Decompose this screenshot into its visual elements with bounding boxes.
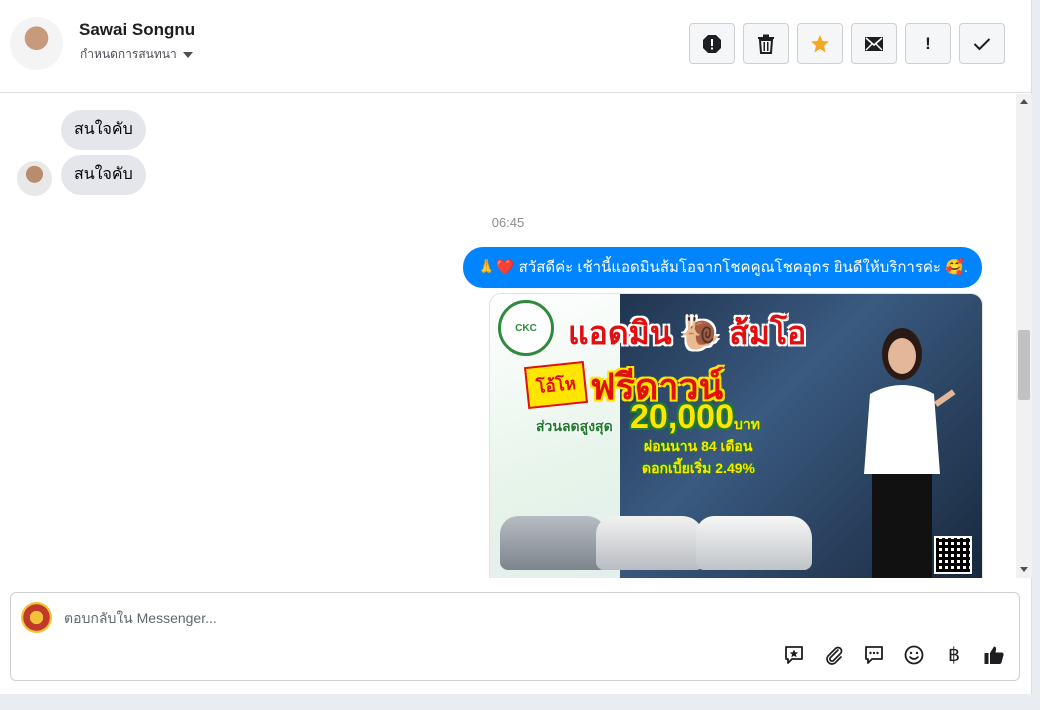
scroll-thumb[interactable] (1018, 330, 1030, 400)
promo-headline: แอดมิน 🐌 ส้มโอ (568, 315, 807, 351)
promo-discount-label: ส่วนลดสูงสุด (536, 418, 613, 434)
assign-conversation-label: กำหนดการสนทนา (80, 47, 177, 61)
contact-name[interactable]: Sawai Songnu (79, 20, 195, 40)
caret-down-icon (182, 51, 193, 58)
paperclip-icon (826, 646, 843, 665)
message-bubble-incoming[interactable]: สนใจคับ (61, 110, 146, 150)
reply-composer: ฿ (10, 592, 1020, 681)
sender-avatar[interactable] (17, 161, 52, 196)
contact-avatar[interactable] (10, 17, 63, 70)
chat-bubble-icon (865, 646, 883, 664)
like-button[interactable] (981, 642, 1007, 668)
delete-button[interactable] (743, 23, 789, 64)
scroll-up-icon[interactable] (1020, 99, 1028, 104)
car-image-truck (696, 516, 812, 570)
payment-button[interactable]: ฿ (941, 642, 967, 668)
dealer-logo: CKC (498, 300, 554, 356)
important-button[interactable]: ! (905, 23, 951, 64)
qr-code (934, 536, 972, 574)
composer-tools: ฿ (781, 642, 1007, 668)
message-thread[interactable]: สนใจคับ สนใจคับ 06:45 🙏❤️ สวัสดีค่ะ เช้า… (0, 94, 1016, 578)
assign-conversation-dropdown[interactable]: กำหนดการสนทนา (80, 45, 193, 64)
scroll-down-icon[interactable] (1020, 567, 1028, 572)
conversation-header: Sawai Songnu กำหนดการสนทนา ! (0, 0, 1032, 93)
quick-reply-button[interactable] (861, 642, 887, 668)
saved-reply-icon (785, 646, 803, 664)
star-button[interactable] (797, 23, 843, 64)
emoji-button[interactable] (901, 642, 927, 668)
spam-icon (703, 34, 721, 53)
saved-reply-button[interactable] (781, 642, 807, 668)
check-icon (973, 37, 991, 50)
car-image-pickup (596, 516, 704, 570)
attach-button[interactable] (821, 642, 847, 668)
promo-interest: ดอกเบี้ยเริ่ม 2.49% (642, 460, 755, 476)
conversation-panel: Sawai Songnu กำหนดการสนทนา ! สนใจคับ สนใ… (0, 0, 1032, 694)
message-bubble-incoming[interactable]: สนใจคับ (61, 155, 146, 195)
message-timestamp: 06:45 (491, 215, 525, 230)
mark-unread-button[interactable] (851, 23, 897, 64)
promo-installment: ผ่อนนาน 84 เดือน (644, 438, 753, 454)
star-icon (811, 34, 829, 52)
thumbs-up-icon (984, 646, 1004, 664)
page-avatar (21, 602, 52, 633)
important-icon: ! (925, 33, 931, 53)
promo-discount-amount: 20,000 (630, 398, 734, 436)
promo-badge: โอ้โห (523, 360, 589, 410)
promo-image-attachment[interactable]: CKC แอดมิน 🐌 ส้มโอ โอ้โห ฟรีดาวน์ ส่วนลด… (489, 293, 983, 578)
thread-scrollbar[interactable] (1016, 94, 1032, 578)
spam-button[interactable] (689, 23, 735, 64)
mail-icon (865, 36, 883, 51)
car-image-sedan (500, 516, 608, 570)
trash-icon (758, 34, 774, 54)
conversation-toolbar: ! (689, 23, 1005, 64)
baht-icon: ฿ (947, 644, 961, 666)
message-bubble-outgoing[interactable]: 🙏❤️ สวัสดีค่ะ เช้านี้แอดมินส้มโอจากโชคคู… (463, 247, 982, 288)
reply-input[interactable] (64, 607, 764, 629)
mark-done-button[interactable] (959, 23, 1005, 64)
promo-currency: บาท (734, 416, 760, 432)
smiley-icon (904, 645, 924, 665)
